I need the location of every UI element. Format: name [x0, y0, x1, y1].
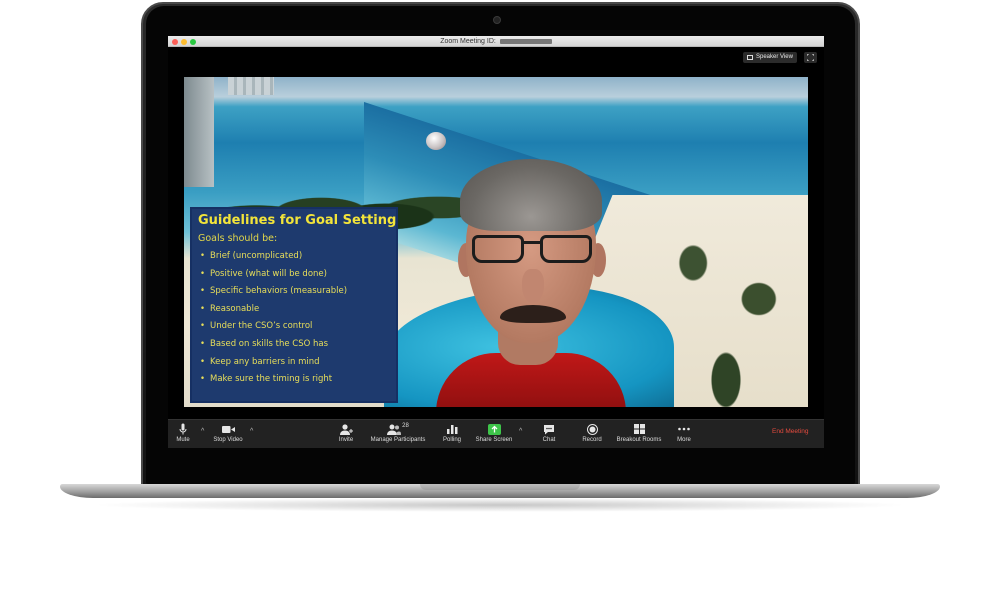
- video-camera-icon: [221, 425, 235, 433]
- fullscreen-icon: [807, 54, 814, 61]
- mute-label: Mute: [176, 437, 190, 443]
- presenter-glasses: [470, 235, 594, 265]
- city-skyline: [228, 77, 274, 95]
- video-options-caret-icon[interactable]: ^: [250, 428, 253, 435]
- more-button[interactable]: More: [674, 422, 694, 444]
- end-meeting-button[interactable]: End Meeting: [772, 428, 809, 435]
- mute-button[interactable]: Mute: [174, 422, 192, 444]
- share-options-caret-icon[interactable]: ^: [519, 428, 522, 435]
- slide-bullet: Keep any barriers in mind: [198, 354, 390, 372]
- stop-video-label: Stop Video: [213, 437, 243, 443]
- manage-participants-label: Manage Participants: [370, 437, 426, 443]
- presenter-nose: [522, 269, 544, 303]
- slide-bullet: Specific behaviors (measurable): [198, 283, 390, 301]
- slide-bullet: Reasonable: [198, 301, 390, 319]
- more-label: More: [677, 437, 691, 443]
- slide-bullet-list: Brief (uncomplicated) Positive (what wil…: [198, 248, 390, 389]
- presentation-slide: Guidelines for Goal Setting Goals should…: [190, 207, 398, 403]
- invite-label: Invite: [338, 437, 354, 443]
- window-title-text: Zoom Meeting ID:: [440, 38, 496, 45]
- slide-title: Guidelines for Goal Setting: [198, 213, 397, 228]
- add-person-icon: [339, 423, 353, 435]
- speaker-view-label: Speaker View: [756, 54, 793, 60]
- ellipsis-icon: [678, 427, 690, 431]
- speaker-view-icon: [747, 55, 753, 60]
- grid-icon: [633, 424, 645, 434]
- presenter-mustache: [500, 305, 566, 323]
- participant-count: 28: [402, 423, 409, 429]
- polling-label: Polling: [442, 437, 461, 443]
- speaker-view-button[interactable]: Speaker View: [743, 52, 797, 63]
- share-screen-icon: [487, 423, 501, 435]
- glasses-lens-left: [472, 235, 524, 263]
- presenter: [424, 155, 634, 407]
- invite-button[interactable]: Invite: [336, 422, 356, 444]
- participants-icon: [387, 424, 402, 435]
- slide-bullet: Under the CSO’s control: [198, 318, 390, 336]
- record-button[interactable]: Record: [581, 422, 603, 444]
- audio-options-caret-icon[interactable]: ^: [201, 428, 204, 435]
- slide-subtitle: Goals should be:: [198, 233, 278, 244]
- slide-bullet: Brief (uncomplicated): [198, 248, 390, 266]
- meeting-toolbar: Mute ^ Stop Video ^ Invite 28 Manage Par…: [168, 419, 824, 448]
- zoom-window: Zoom Meeting ID: Speaker View Guidelines…: [168, 36, 824, 448]
- laptop-shadow: [90, 498, 910, 512]
- manage-participants-button[interactable]: 28 Manage Participants: [368, 422, 428, 444]
- meeting-id-redacted: [499, 38, 552, 44]
- record-label: Record: [582, 437, 602, 443]
- chat-bubble-icon: [544, 424, 554, 434]
- webcam-icon: [493, 16, 501, 24]
- chat-button[interactable]: Chat: [540, 422, 558, 444]
- polling-button[interactable]: Polling: [441, 422, 463, 444]
- slide-bullet: Positive (what will be done): [198, 266, 390, 284]
- window-title: Zoom Meeting ID:: [168, 37, 824, 46]
- fullscreen-button[interactable]: [804, 52, 817, 63]
- glasses-bridge: [522, 241, 542, 244]
- slide-bullet: Make sure the timing is right: [198, 371, 390, 389]
- record-icon: [586, 423, 598, 435]
- stop-video-button[interactable]: Stop Video: [210, 422, 246, 444]
- video-feed: Guidelines for Goal Setting Goals should…: [184, 77, 808, 407]
- parasail-balloon: [426, 132, 446, 150]
- bar-chart-icon: [446, 425, 457, 434]
- breakout-rooms-label: Breakout Rooms: [616, 437, 662, 443]
- chat-label: Chat: [542, 437, 556, 443]
- microphone-icon: [179, 423, 187, 435]
- laptop-base-notch: [420, 484, 580, 490]
- slide-bullet: Based on skills the CSO has: [198, 336, 390, 354]
- breakout-rooms-button[interactable]: Breakout Rooms: [616, 422, 662, 444]
- share-screen-label: Share Screen: [475, 437, 513, 443]
- share-screen-button[interactable]: Share Screen: [474, 422, 514, 444]
- presenter-hair: [460, 159, 602, 231]
- window-titlebar: Zoom Meeting ID:: [168, 36, 824, 47]
- glasses-lens-right: [540, 235, 592, 263]
